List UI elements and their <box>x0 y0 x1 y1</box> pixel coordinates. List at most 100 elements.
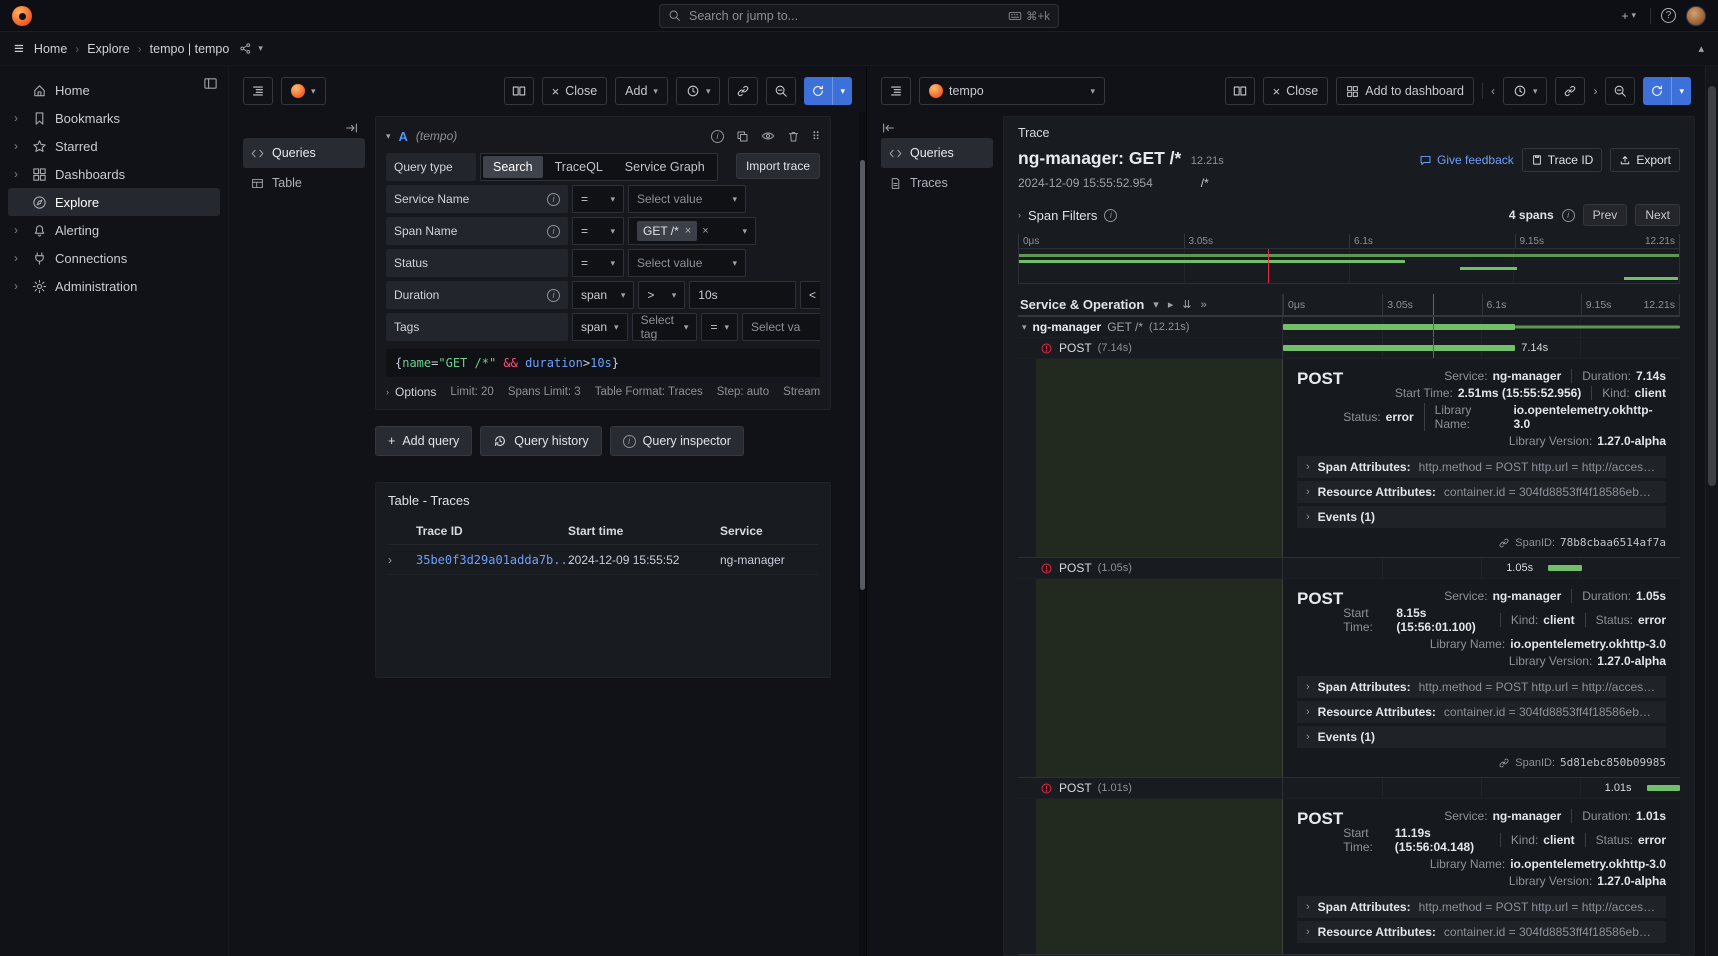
copy-link-button[interactable] <box>1555 77 1585 105</box>
time-picker-button[interactable]: ▾ <box>1503 77 1548 105</box>
chevron-right-icon[interactable]: › <box>14 167 23 181</box>
import-trace-button[interactable]: Import trace <box>736 153 820 179</box>
chevron-down-icon[interactable]: ▾ <box>258 43 263 54</box>
collapse-rail-icon[interactable] <box>881 121 895 135</box>
export-button[interactable]: Export <box>1610 148 1680 172</box>
info-icon[interactable]: i <box>547 193 560 206</box>
rail-item-queries[interactable]: Queries <box>881 138 993 168</box>
minimap-bars[interactable] <box>1018 248 1680 284</box>
next-span-button[interactable]: Next <box>1635 204 1680 226</box>
trace-minimap[interactable]: 0μs 3.05s 6.1s 9.15s 12.21s <box>1018 234 1680 284</box>
options-row[interactable]: ›Options Limit: 20 Spans Limit: 3 Table … <box>386 385 820 399</box>
datasource-picker[interactable]: tempo ▾ <box>919 77 1105 105</box>
clear-icon[interactable]: × <box>702 225 708 237</box>
zoom-out-button[interactable] <box>766 77 796 105</box>
span-attributes-accordion[interactable]: › Span Attributes: http.method = POST ht… <box>1297 456 1666 478</box>
span-timeline[interactable]: 7.14s <box>1283 338 1680 358</box>
breadcrumb-home[interactable]: Home <box>34 42 67 56</box>
copy-link-button[interactable] <box>728 77 758 105</box>
grafana-logo-icon[interactable] <box>12 6 32 26</box>
events-accordion[interactable]: › Events (1) <box>1297 726 1666 748</box>
tab-service-graph[interactable]: Service Graph <box>615 156 715 178</box>
chevron-down-icon[interactable]: ▾ <box>1671 77 1691 105</box>
span-bar[interactable] <box>1548 565 1582 571</box>
link-icon[interactable] <box>1498 757 1510 769</box>
time-back-icon[interactable]: ‹ <box>1491 84 1495 98</box>
chevron-down-icon[interactable]: ▾ <box>386 131 391 142</box>
breadcrumb-current[interactable]: tempo | tempo <box>150 42 230 56</box>
trace-id-button[interactable]: Trace ID <box>1522 148 1603 172</box>
span-bar[interactable] <box>1647 785 1680 791</box>
span-attributes-accordion[interactable]: › Span Attributes: http.method = POST ht… <box>1297 676 1666 698</box>
rail-item-table[interactable]: Table <box>243 168 365 198</box>
tags-key-select[interactable]: Select tag▾ <box>632 313 698 341</box>
span-row[interactable]: POST (7.14s) 7.14s <box>1018 338 1680 359</box>
trace-id-link[interactable]: 35be0f3d29a01adda7b... <box>416 553 568 567</box>
time-picker-button[interactable]: ▾ <box>676 77 721 105</box>
col-trace-id[interactable]: Trace ID <box>416 524 568 538</box>
span-row-root[interactable]: ▾ ng-manager GET /* (12.21s) <box>1018 317 1680 338</box>
span-row[interactable]: POST (1.01s) 1.01s <box>1018 778 1680 799</box>
give-feedback-link[interactable]: Give feedback <box>1419 153 1514 167</box>
split-view-button[interactable] <box>504 77 534 105</box>
collapse-all-icon[interactable]: » <box>1201 299 1207 311</box>
expand-row-icon[interactable]: › <box>388 553 416 567</box>
duration-value-input[interactable]: 10s <box>689 281 796 309</box>
query-history-button[interactable]: Query history <box>480 426 601 456</box>
trace-panel-title[interactable]: Trace <box>1004 117 1694 144</box>
resource-attributes-accordion[interactable]: › Resource Attributes: container.id = 30… <box>1297 481 1666 503</box>
close-pane-button[interactable]: × Close <box>542 77 608 105</box>
sidebar-item-administration[interactable]: › Administration <box>8 272 220 300</box>
info-icon[interactable]: i <box>1562 209 1575 222</box>
menu-icon[interactable]: ≡ <box>14 40 24 57</box>
tags-scope-select[interactable]: span▾ <box>572 313 628 341</box>
run-query-button[interactable]: ▾ <box>1643 77 1691 105</box>
info-icon[interactable]: i <box>547 225 560 238</box>
collapse-rail-icon[interactable] <box>345 121 359 135</box>
sidebar-item-explore[interactable]: › Explore <box>8 188 220 216</box>
service-name-operator-select[interactable]: =▾ <box>572 185 624 213</box>
col-service[interactable]: Service <box>720 524 818 538</box>
tab-traceql[interactable]: TraceQL <box>545 156 613 178</box>
zoom-out-button[interactable] <box>1605 77 1635 105</box>
query-inspector-button[interactable]: iQuery inspector <box>610 426 744 456</box>
new-button[interactable]: +▾ <box>1617 4 1640 28</box>
chevron-down-icon[interactable]: ▾ <box>1022 322 1027 333</box>
prev-span-button[interactable]: Prev <box>1583 204 1628 226</box>
share-icon[interactable] <box>239 42 252 55</box>
chevron-right-icon[interactable]: › <box>1018 210 1021 220</box>
breadcrumb-explore[interactable]: Explore <box>87 42 129 56</box>
span-timeline[interactable]: 1.05s <box>1283 558 1680 578</box>
resource-attributes-accordion[interactable]: › Resource Attributes: container.id = 30… <box>1297 921 1666 943</box>
span-timeline[interactable] <box>1283 317 1680 337</box>
drag-handle-icon[interactable]: ⠿ <box>812 130 820 143</box>
span-timeline[interactable]: 1.01s <box>1283 778 1680 798</box>
sidebar-item-bookmarks[interactable]: › Bookmarks <box>8 104 220 132</box>
span-bar[interactable] <box>1283 324 1515 330</box>
info-icon[interactable]: i <box>547 289 560 302</box>
rail-item-traces[interactable]: Traces <box>881 168 993 198</box>
resource-attributes-accordion[interactable]: › Resource Attributes: container.id = 30… <box>1297 701 1666 723</box>
status-operator-select[interactable]: =▾ <box>572 249 624 277</box>
duration-operator-select[interactable]: >▾ <box>638 281 685 309</box>
duration-operator2-select[interactable]: < <box>800 281 820 309</box>
link-icon[interactable] <box>1498 537 1510 549</box>
dock-menu-icon[interactable] <box>203 76 218 91</box>
col-start-time[interactable]: Start time <box>568 524 720 538</box>
add-button[interactable]: Add ▾ <box>615 77 668 105</box>
chevron-right-icon[interactable]: ▸ <box>1168 298 1174 311</box>
tags-value-select[interactable]: Select va <box>742 313 820 341</box>
info-icon[interactable]: i <box>1104 209 1117 222</box>
span-name-value-select[interactable]: GET /*× × ▾ <box>628 217 756 245</box>
outline-button[interactable] <box>243 77 273 105</box>
outline-button[interactable] <box>881 77 911 105</box>
collapse-toolbar-icon[interactable]: ▴ <box>1698 42 1704 55</box>
time-forward-icon[interactable]: › <box>1593 84 1597 98</box>
sidebar-item-alerting[interactable]: › Alerting <box>8 216 220 244</box>
avatar[interactable] <box>1686 6 1706 26</box>
chevron-down-icon[interactable]: ▾ <box>832 77 852 105</box>
sidebar-item-starred[interactable]: › Starred <box>8 132 220 160</box>
left-pane-scrollbar[interactable] <box>859 112 866 956</box>
datasource-picker[interactable]: ▾ <box>281 77 326 105</box>
span-name-operator-select[interactable]: =▾ <box>572 217 624 245</box>
